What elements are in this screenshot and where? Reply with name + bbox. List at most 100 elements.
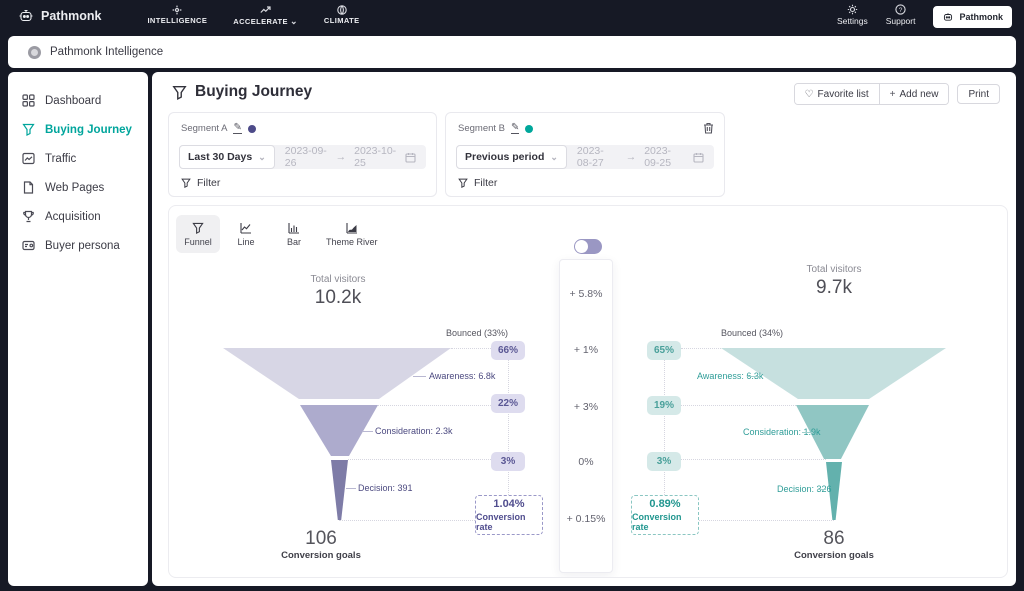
dashboard-grid-icon [22, 94, 36, 108]
trash-icon[interactable] [703, 122, 714, 134]
arrow-right-icon: → [336, 151, 347, 163]
segment-b-name: Segment B [458, 123, 505, 134]
leader-line [413, 376, 426, 377]
delta-awareness: + 1% [560, 344, 612, 356]
dotted-connector [339, 520, 475, 521]
funnel-icon [22, 123, 36, 137]
brand-logo[interactable]: Pathmonk [18, 9, 101, 23]
chevron-down-icon: ⌄ [258, 152, 266, 163]
dotted-connector [348, 459, 491, 460]
breadcrumb: Pathmonk Intelligence [8, 36, 1016, 68]
nav-accelerate[interactable]: ACCELERATE⌄ [233, 5, 298, 27]
funnel-b-awareness-pct-badge: 65% [647, 341, 681, 360]
comparison-panel: + 5.8% + 1% + 3% 0% + 0.15% [559, 259, 613, 573]
sidebar-item-acquisition[interactable]: Acquisition [8, 202, 148, 231]
chevron-down-icon: ⌄ [550, 152, 558, 163]
top-navbar: Pathmonk INTELLIGENCE ACCELERATE⌄ [0, 0, 1024, 32]
leader-line [346, 488, 356, 489]
sidebar-item-dashboard[interactable]: Dashboard [8, 86, 148, 115]
dotted-connector [681, 348, 721, 349]
funnel-b-bounced-label: Bounced (34%) [721, 328, 783, 338]
funnel-a-goals-value: 106 [261, 528, 381, 550]
tab-funnel[interactable]: Funnel [176, 215, 220, 253]
funnel-a-decision-pct-badge: 3% [491, 452, 525, 471]
funnel-b-total-value: 9.7k [774, 277, 894, 299]
segment-a-card: Segment A ✎ Last 30 Days ⌄ 2023-09-26 → … [168, 112, 437, 197]
add-new-button[interactable]: + Add new [879, 84, 949, 104]
funnel-a-consideration-label: Consideration: 2.3k [375, 426, 453, 436]
account-pathmonk-button[interactable]: Pathmonk [933, 6, 1012, 28]
theme-river-tab-icon [346, 222, 358, 234]
document-icon [22, 181, 36, 195]
segment-b-period-select[interactable]: Previous period ⌄ [456, 145, 567, 169]
heart-icon: ♡ [805, 89, 814, 100]
funnel-b-goals-label: Conversion goals [774, 550, 894, 561]
traffic-chart-icon [22, 152, 36, 166]
nav-support[interactable]: ? Support [886, 4, 916, 26]
funnel-b-conversion-rate-box: 0.89% Conversion rate [631, 495, 699, 535]
nav-intelligence[interactable]: INTELLIGENCE [147, 5, 207, 25]
calendar-icon [405, 152, 416, 163]
favorite-list-button[interactable]: ♡ Favorite list [795, 84, 879, 104]
funnel-a-awareness-segment[interactable] [223, 348, 451, 399]
segment-b-date-range[interactable]: 2023-08-27 → 2023-09-25 [567, 145, 714, 169]
segment-a-date-range[interactable]: 2023-09-26 → 2023-10-25 [275, 145, 426, 169]
funnel-a-decision-segment[interactable] [331, 460, 348, 520]
segment-b-card: Segment B ✎ Previous period ⌄ 2023-08-27… [445, 112, 725, 197]
sidebar-item-web-pages[interactable]: Web Pages [8, 173, 148, 202]
funnel-a-total-label: Total visitors [278, 274, 398, 285]
comparison-toggle[interactable] [574, 239, 602, 254]
leader-line [817, 489, 826, 490]
page-title: Buying Journey [172, 83, 312, 101]
tab-theme-river[interactable]: Theme River [320, 215, 384, 253]
intelligence-icon [172, 5, 182, 15]
dotted-connector [681, 459, 826, 460]
main-panel: Buying Journey ♡ Favorite list + Add new… [152, 72, 1016, 586]
edit-pencil-icon[interactable]: ✎ [233, 123, 241, 134]
delta-consideration: + 3% [560, 401, 612, 413]
funnel-a-bounced-label: Bounced (33%) [446, 328, 508, 338]
segment-a-color-dot [248, 125, 256, 133]
tab-line[interactable]: Line [224, 215, 268, 253]
bar-chart-tab-icon [288, 222, 300, 234]
delta-conversion: + 0.15% [560, 513, 612, 525]
funnel-a-awareness-pct-badge: 66% [491, 341, 525, 360]
nav-settings[interactable]: Settings [837, 4, 868, 26]
filter-funnel-icon [181, 178, 191, 188]
funnel-tab-icon [192, 222, 204, 234]
leader-line [362, 431, 373, 432]
dotted-connector [378, 405, 491, 406]
filter-funnel-icon [458, 178, 468, 188]
breadcrumb-label: Pathmonk Intelligence [50, 46, 163, 58]
funnel-a-decision-label: Decision: 391 [358, 483, 413, 493]
segment-b-color-dot [525, 125, 533, 133]
brand-name: Pathmonk [41, 9, 101, 23]
funnel-a-conversion-rate-box: 1.04% Conversion rate [475, 495, 543, 535]
line-chart-tab-icon [240, 222, 252, 234]
funnel-b-goals-value: 86 [774, 528, 894, 550]
segment-a-period-select[interactable]: Last 30 Days ⌄ [179, 145, 275, 169]
accelerate-icon [260, 5, 271, 15]
trophy-icon [22, 210, 36, 224]
print-button[interactable]: Print [957, 84, 1000, 104]
segment-a-filter-button[interactable]: Filter [181, 177, 220, 189]
funnel-a-total-value: 10.2k [278, 287, 398, 309]
chevron-down-icon: ⌄ [290, 16, 298, 27]
sidebar: Dashboard Buying Journey Traffic [8, 72, 148, 586]
funnel-a-awareness-label: Awareness: 6.8k [429, 371, 495, 381]
sidebar-item-buying-journey[interactable]: Buying Journey [8, 115, 148, 144]
delta-total-visitors: + 5.8% [560, 288, 612, 300]
funnel-b-consideration-pct-badge: 19% [647, 396, 681, 415]
plus-icon: + [890, 89, 896, 100]
leader-line [802, 432, 813, 433]
tab-bar[interactable]: Bar [272, 215, 316, 253]
segment-b-filter-button[interactable]: Filter [458, 177, 497, 189]
edit-pencil-icon[interactable]: ✎ [511, 123, 519, 134]
segment-a-name: Segment A [181, 123, 227, 134]
sidebar-item-traffic[interactable]: Traffic [8, 144, 148, 173]
arrow-right-icon: → [626, 151, 637, 163]
funnel-b-decision-pct-badge: 3% [647, 452, 681, 471]
nav-climate[interactable]: CLIMATE [324, 5, 360, 25]
pathmonk-robot-icon [18, 9, 34, 23]
sidebar-item-buyer-persona[interactable]: Buyer persona [8, 231, 148, 260]
